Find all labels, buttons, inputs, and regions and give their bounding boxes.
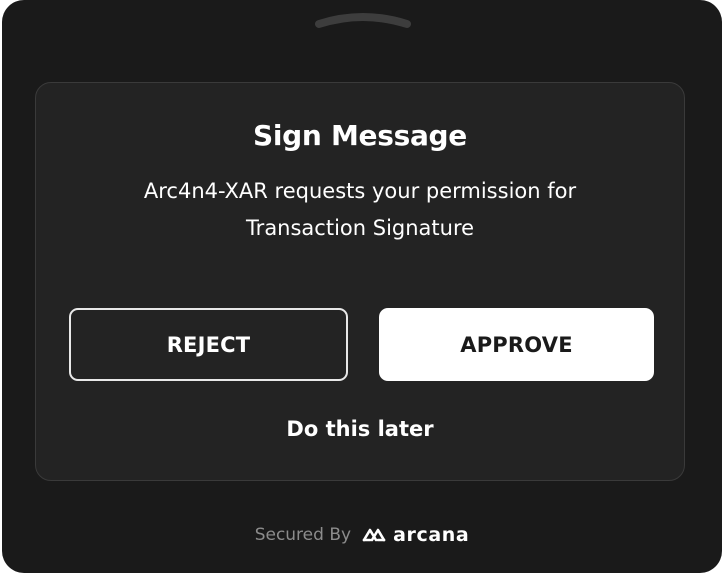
secured-by-footer: Secured By arcana — [2, 524, 722, 546]
wallet-popup: Sign Message Arc4n4-XAR requests your pe… — [2, 0, 722, 573]
arcana-brand-name: arcana — [393, 524, 470, 546]
reject-button[interactable]: REJECT — [69, 308, 348, 381]
description-line-1: Arc4n4-XAR requests your permission for — [143, 179, 577, 203]
permission-description: Arc4n4-XAR requests your permission for … — [76, 173, 644, 247]
dialog-title: Sign Message — [252, 119, 467, 152]
description-line-2: Transaction Signature — [245, 216, 475, 240]
arcana-brand: arcana — [361, 524, 469, 546]
arcana-logo-icon — [362, 528, 386, 542]
drag-handle[interactable] — [314, 12, 412, 32]
do-this-later-link[interactable]: Do this later — [36, 417, 684, 441]
sign-message-card: Sign Message Arc4n4-XAR requests your pe… — [35, 82, 685, 481]
approve-button[interactable]: APPROVE — [379, 308, 654, 381]
secured-by-label: Secured By — [254, 525, 352, 545]
